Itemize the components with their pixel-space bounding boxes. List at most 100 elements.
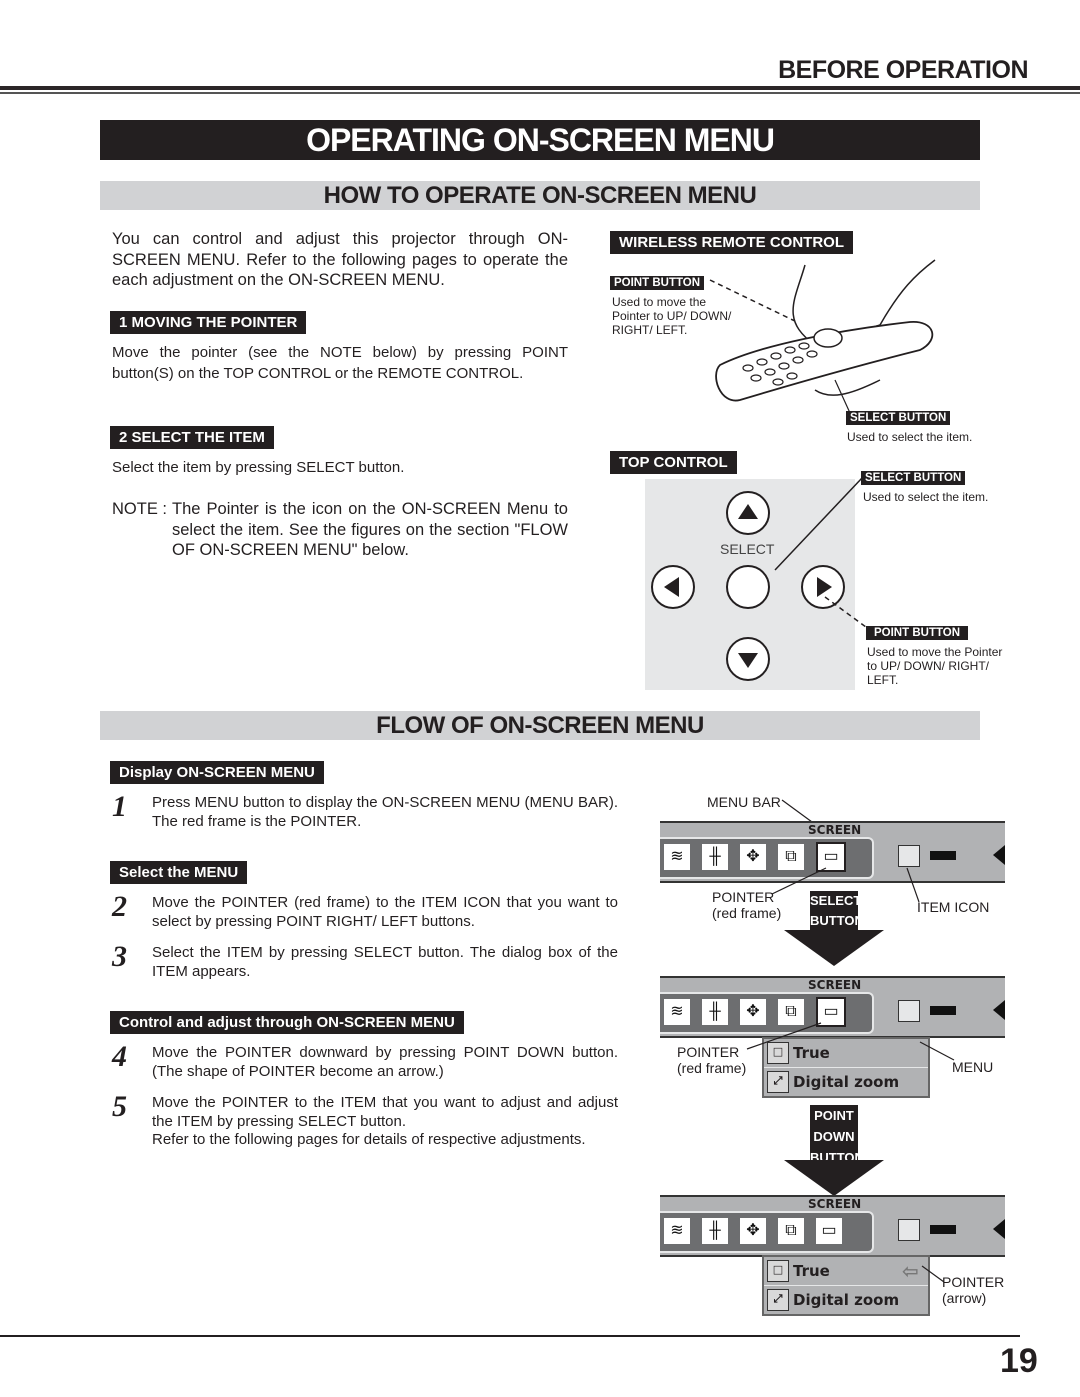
menu-bar-1: SCREEN ≋ ╫ ✥ ⧉ ▭ [660,821,1005,883]
top-point-button-desc: Used to move the Pointer to UP/ DOWN/ RI… [867,645,1003,687]
screen-item-icon[interactable] [898,845,920,867]
point-down-arrow: POINT DOWN BUTTON [810,1105,864,1167]
pc-adjust-icon[interactable]: ⧉ [778,1218,804,1244]
top-select-button-desc: Used to select the item. [863,490,989,504]
arrow-head-2 [784,1160,884,1196]
page-title: OPERATING ON-SCREEN MENU [100,120,980,160]
menu-item-label: True [793,1262,830,1280]
callout-arrow: (arrow) [942,1290,987,1306]
arrow1-line1: SELECT [810,893,862,908]
menu-bar-title: SCREEN [808,978,862,992]
flow-group-select: Select the MENU [110,861,248,884]
step-number-1: 1 [112,790,127,823]
select-button[interactable] [726,565,770,609]
triangle-up-icon [738,504,758,519]
select-item-label: 2 SELECT THE ITEM [110,426,274,449]
flow-group-control: Control and adjust through ON-SCREEN MEN… [110,1011,464,1034]
fine-sync-icon[interactable]: ╫ [702,844,728,870]
remote-select-button-label: SELECT BUTTON [846,411,951,425]
select-leader-line [834,379,851,414]
step-text-5: Move the POINTER to the ITEM that you wa… [152,1094,618,1130]
position-icon[interactable]: ✥ [740,1218,766,1244]
step-number-3: 3 [112,940,127,973]
how-to-heading: HOW TO OPERATE ON-SCREEN MENU [100,181,980,210]
menu-bar-title: SCREEN [808,1197,862,1211]
moving-pointer-label: 1 MOVING THE POINTER [110,311,307,334]
flow-group-display: Display ON-SCREEN MENU [110,761,324,784]
point-pad-icon [813,328,843,348]
triangle-down-icon [738,653,758,668]
page-number: 19 [1000,1342,1038,1380]
speaker-icon [993,845,1005,865]
menu-item-true[interactable]: □ True ⇦ [764,1257,928,1286]
intro-text: You can control and adjust this projecto… [112,230,568,289]
point-up-button[interactable] [726,491,770,535]
callout-pointer-2: POINTER [677,1044,740,1060]
step-text-5-extra: Refer to the following pages for details… [152,1131,586,1148]
note-prefix: NOTE : [112,500,168,518]
fine-sync-icon[interactable]: ╫ [702,1218,728,1244]
arrow2-line1: POINT [814,1108,854,1123]
section-header: BEFORE OPERATION [778,56,1028,84]
true-icon: □ [767,1260,789,1282]
remote-point-button-label: POINT BUTTON [610,276,705,290]
screen-item-icon[interactable] [898,1000,920,1022]
note-text: The Pointer is the icon on the ON-SCREEN… [172,500,568,559]
noise-reduction-icon[interactable]: ≋ [664,999,690,1025]
menu-bar-3: SCREEN ≋ ╫ ✥ ⧉ ▭ [660,1195,1005,1257]
fine-sync-icon[interactable]: ╫ [702,999,728,1025]
projector-icon [930,851,956,860]
position-icon[interactable]: ✥ [740,844,766,870]
header-rule-thin [0,92,1080,94]
point-down-button[interactable] [726,637,770,681]
icon-tray: ≋ ╫ ✥ ⧉ ▭ [660,1211,874,1253]
step-text-4: Move the POINTER downward by pressing PO… [152,1044,618,1080]
callout-red-frame-2: (red frame) [677,1060,747,1076]
callout-pointer-1: POINTER [712,889,775,905]
digital-zoom-icon: ⤢ [767,1071,789,1093]
noise-reduction-icon[interactable]: ≋ [664,844,690,870]
speaker-icon [993,1219,1005,1239]
select-item-text: Select the item by pressing SELECT butto… [112,459,405,476]
remote-select-button-desc: Used to select the item. [847,430,973,444]
menu-item-digital-zoom[interactable]: ⤢ Digital zoom [764,1286,928,1314]
header-rule [0,86,1080,90]
step-number-2: 2 [112,890,127,923]
pointer-arrow-icon: ⇦ [902,1259,919,1283]
projector-icon [930,1006,956,1015]
top-point-button-label: POINT BUTTON [866,626,969,640]
menu-item-label: Digital zoom [793,1073,900,1091]
step-number-4: 4 [112,1040,127,1073]
menu-item-digital-zoom[interactable]: ⤢ Digital zoom [764,1068,928,1096]
point-left-button[interactable] [651,565,695,609]
callout-red-frame-1: (red frame) [712,905,782,921]
callout-item-icon: ITEM ICON [917,899,990,915]
top-control-label: TOP CONTROL [610,451,737,474]
projector-icon [930,1225,956,1234]
pointer-leader-2 [746,1022,822,1050]
step-text-3: Select the ITEM by pressing SELECT butto… [152,944,618,980]
remote-control-illustration [709,259,936,414]
arrow-head-1 [784,930,884,966]
menu-bar-2: SCREEN ≋ ╫ ✥ ⧉ ▭ [660,976,1005,1038]
screen-menu-3: □ True ⇦ ⤢ Digital zoom [762,1255,930,1316]
select-caption: SELECT [720,541,775,557]
digital-zoom-icon: ⤢ [767,1289,789,1311]
screen-icon[interactable]: ▭ [816,1218,842,1244]
callout-menu-bar: MENU BAR [707,794,781,810]
noise-reduction-icon[interactable]: ≋ [664,1218,690,1244]
step-text-2: Move the POINTER (red frame) to the ITEM… [152,894,618,930]
triangle-left-icon [664,577,679,597]
footer-rule [0,1335,1020,1337]
callout-menu: MENU [952,1059,994,1075]
select-button-arrow: SELECT BUTTON [810,891,864,931]
speaker-icon [993,1000,1005,1020]
menu-bar-title: SCREEN [808,823,862,837]
arrow2-line2: DOWN [813,1129,855,1144]
icon-tray: ≋ ╫ ✥ ⧉ ▭ [660,837,874,879]
step-number-5: 5 [112,1090,127,1123]
step-text-1: Press MENU button to display the ON-SCRE… [152,794,618,830]
flow-heading: FLOW OF ON-SCREEN MENU [100,711,980,740]
screen-item-icon[interactable] [898,1219,920,1241]
callout-pointer-arrow: POINTER [942,1274,1005,1290]
